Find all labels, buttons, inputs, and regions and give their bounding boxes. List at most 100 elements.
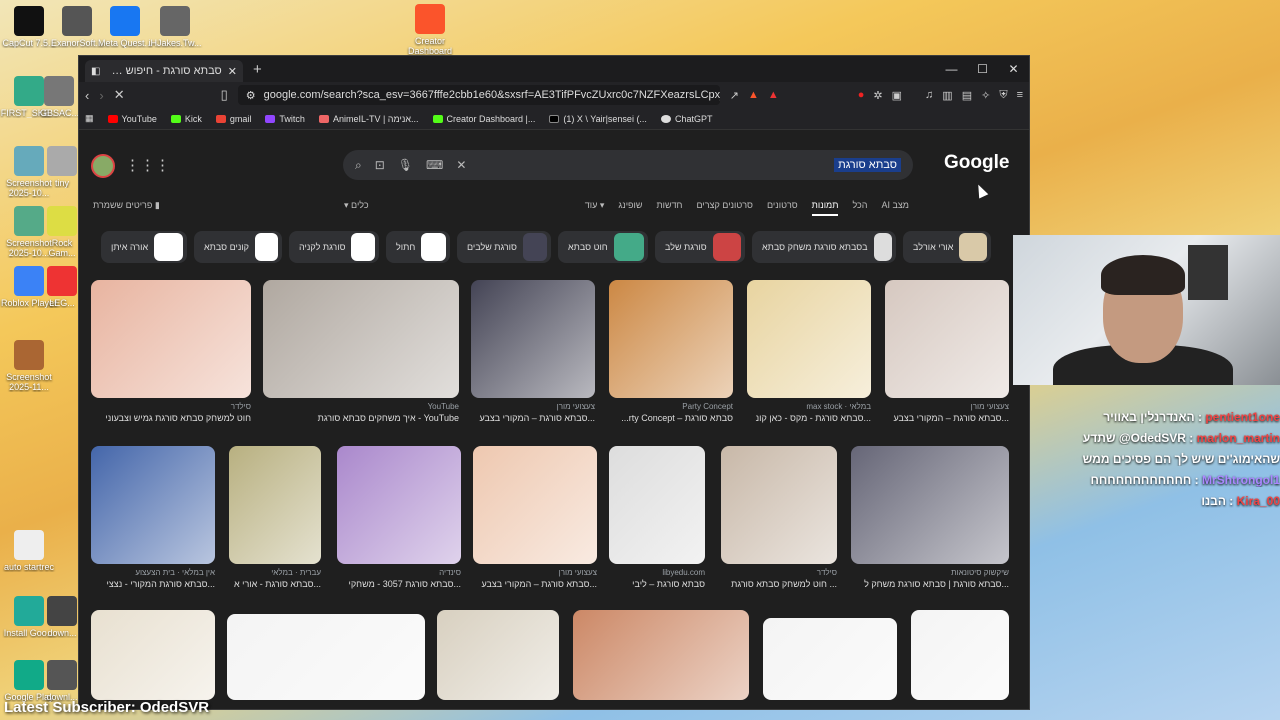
result-thumbnail[interactable]: [609, 280, 733, 398]
search-box[interactable]: ⌕ ⊡ 🎙 ⌨ ✕ סבתא סורגת: [343, 150, 913, 180]
back-icon[interactable]: ‹: [85, 88, 89, 103]
result-thumbnail[interactable]: [91, 610, 215, 700]
avatar[interactable]: [91, 154, 115, 178]
record-icon[interactable]: ●: [858, 89, 865, 101]
image-result[interactable]: אין במלאי · בית הצעצוע סבתא סורגת המקורי …: [91, 446, 215, 589]
image-result[interactable]: libyedu.com סבתא סורגת – ליבי: [609, 446, 705, 589]
bookmark-twitch[interactable]: Twitch: [265, 114, 305, 124]
maximize-button[interactable]: ☐: [967, 56, 998, 82]
bookmark-chatgpt[interactable]: ChatGPT: [660, 114, 712, 124]
related-chip[interactable]: חתול: [386, 231, 450, 263]
desktop-icon[interactable]: tiny: [46, 146, 78, 188]
result-thumbnail[interactable]: [437, 610, 559, 700]
desktop-icon[interactable]: iHJakes.Tw...: [146, 6, 204, 48]
image-result[interactable]: עברית · במלאי סבתא סורגת - אורי א...: [229, 446, 321, 589]
result-title[interactable]: סבתא סורגת – המקורי בצבע...: [473, 579, 597, 589]
extensions-icon[interactable]: ✲: [873, 89, 882, 102]
image-result[interactable]: סילדר חוט למשחק סבתא סורגת ...: [721, 446, 837, 589]
image-result[interactable]: Party Concept ...rty Concept – סבתא סורגת: [609, 280, 733, 423]
lens-icon[interactable]: ⊡: [375, 158, 385, 172]
close-tab-icon[interactable]: ✕: [228, 65, 237, 78]
bookmark-creator-dashboard[interactable]: Creator Dashboard |...: [432, 114, 535, 124]
tools-button[interactable]: ▾ כלים: [344, 200, 369, 211]
tab-more[interactable]: ▾ עוד: [585, 200, 605, 216]
result-thumbnail[interactable]: [763, 618, 897, 700]
menu-icon[interactable]: ≡: [1017, 89, 1023, 101]
bookmark-x[interactable]: (1) X \ Yair|sensei (...: [549, 114, 647, 124]
tab-images[interactable]: תמונות: [811, 200, 839, 216]
site-info-icon[interactable]: ⚙: [246, 89, 256, 102]
tab-videos[interactable]: סרטונים: [767, 200, 798, 216]
related-chip[interactable]: סורגת שלב: [655, 231, 745, 263]
related-chip[interactable]: אורה איתן: [101, 231, 187, 263]
vpn-icon[interactable]: ⛨: [999, 89, 1007, 102]
stop-loading-icon[interactable]: ✕: [114, 87, 125, 103]
result-thumbnail[interactable]: [227, 614, 425, 700]
bookmark-youtube[interactable]: YouTube: [107, 114, 157, 124]
result-thumbnail[interactable]: [229, 446, 321, 564]
keyboard-icon[interactable]: ⌨: [426, 158, 443, 172]
result-title[interactable]: איך משחקים סבתא סורגת - YouTube: [263, 413, 459, 423]
result-thumbnail[interactable]: [911, 610, 1009, 700]
image-result[interactable]: max stock · במלאי סבתא סורגת - מקס - כאן …: [747, 280, 871, 423]
image-result[interactable]: [91, 610, 215, 700]
result-thumbnail[interactable]: [609, 446, 705, 564]
result-title[interactable]: סבתא סורגת – המקורי בצבע...: [471, 413, 595, 423]
mic-icon[interactable]: 🎙: [398, 158, 413, 172]
tab-ai-mode[interactable]: מצב AI: [882, 200, 910, 216]
result-title[interactable]: סבתא סורגת – המקורי בצבע...: [885, 413, 1009, 423]
related-chip[interactable]: קונים סבתא: [194, 231, 282, 263]
image-result[interactable]: [911, 610, 1009, 700]
result-title[interactable]: סבתא סורגת | סבתא סורגת משחק ל...: [851, 579, 1009, 589]
minimize-button[interactable]: —: [936, 56, 967, 82]
leo-ai-icon[interactable]: ✧: [981, 89, 990, 102]
image-result[interactable]: [763, 618, 897, 700]
close-window-button[interactable]: ✕: [998, 56, 1029, 82]
result-title[interactable]: סבתא סורגת המקורי - נצצי...: [91, 579, 215, 589]
related-chip[interactable]: אורי אורלב: [903, 231, 991, 263]
result-thumbnail[interactable]: [721, 446, 837, 564]
brave-rewards-icon[interactable]: ▲: [768, 89, 779, 101]
clear-icon[interactable]: ✕: [456, 158, 466, 172]
image-result[interactable]: צעצועי מורן סבתא סורגת – המקורי בצבע...: [473, 446, 597, 589]
image-result[interactable]: שיקשוק סיטונאות סבתא סורגת | סבתא סורגת מ…: [851, 446, 1009, 589]
result-thumbnail[interactable]: [573, 610, 749, 700]
image-result[interactable]: [573, 610, 749, 700]
tab-short-videos[interactable]: סרטונים קצרים: [696, 200, 752, 216]
result-title[interactable]: חוט למשחק סבתא סורגת ...: [721, 579, 837, 589]
image-result[interactable]: צעצועי מורן סבתא סורגת – המקורי בצבע...: [471, 280, 595, 423]
new-tab-button[interactable]: +: [253, 61, 262, 78]
desktop-icon[interactable]: Screenshot 2025-11...: [0, 340, 58, 392]
desktop-icon[interactable]: auto startrec: [0, 530, 58, 572]
desktop-icon[interactable]: GBSAC...: [40, 76, 78, 118]
result-thumbnail[interactable]: [885, 280, 1009, 398]
saved-items-link[interactable]: פריטים ששמרת ▮: [93, 200, 160, 211]
related-chip[interactable]: בסבתא סורגת משחק סבתא: [752, 231, 896, 263]
related-chip[interactable]: סורגת שלבים: [457, 231, 551, 263]
media-icon[interactable]: ♫: [925, 89, 933, 101]
screenshot-icon[interactable]: ▣: [892, 89, 902, 102]
search-query[interactable]: סבתא סורגת: [834, 158, 901, 172]
share-icon[interactable]: ↗: [730, 89, 739, 102]
related-chip[interactable]: חוט סבתא: [558, 231, 648, 263]
desktop-icon[interactable]: down...: [46, 596, 78, 638]
tab-all[interactable]: הכל: [852, 200, 867, 216]
result-title[interactable]: סבתא סורגת 3057 - משחקי...: [337, 579, 461, 589]
result-thumbnail[interactable]: [337, 446, 461, 564]
result-title[interactable]: חוט למשחק סבתא סורגת גמיש וצבעוני: [91, 413, 251, 423]
result-thumbnail[interactable]: [91, 280, 251, 398]
result-title[interactable]: סבתא סורגת - מקס - כאן קונ...: [747, 413, 871, 423]
browser-tab[interactable]: ◧ סבתא סורגת - חיפוש ב-Google ✕: [85, 60, 243, 82]
desktop-icon[interactable]: Creator Dashboard: [401, 4, 459, 56]
google-logo[interactable]: Google: [944, 152, 1009, 174]
result-title[interactable]: סבתא סורגת – ליבי: [609, 579, 705, 589]
bookmark-icon[interactable]: ▯: [221, 87, 228, 103]
bookmark-animeil[interactable]: AnimeIL-TV | אנימה...: [318, 114, 419, 124]
image-result[interactable]: YouTube איך משחקים סבתא סורגת - YouTube: [263, 280, 459, 423]
google-apps-icon[interactable]: ⋮⋮⋮: [125, 156, 170, 174]
bookmark-gmail[interactable]: gmail: [215, 114, 251, 124]
desktop-icon[interactable]: downl...: [46, 660, 78, 702]
search-icon[interactable]: ⌕: [355, 158, 362, 173]
result-title[interactable]: סבתא סורגת - אורי א...: [229, 579, 321, 589]
result-thumbnail[interactable]: [91, 446, 215, 564]
